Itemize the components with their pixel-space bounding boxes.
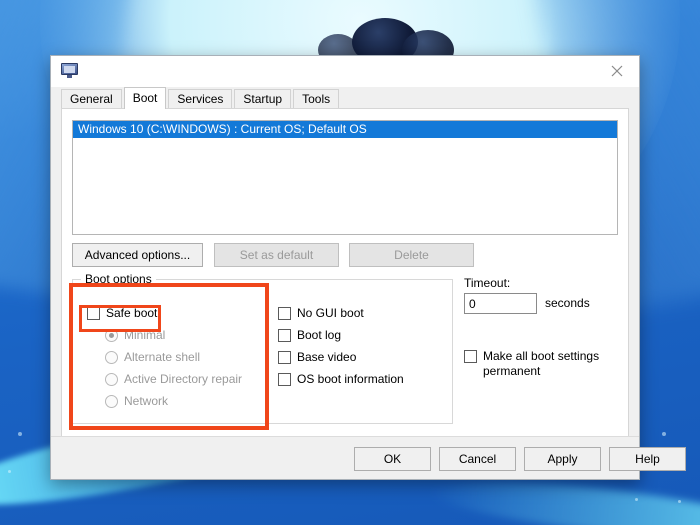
base-video-label: Base video <box>297 350 356 364</box>
wallpaper-particle <box>662 432 666 436</box>
safe-boot-mode-label: Active Directory repair <box>124 372 242 386</box>
timeout-label: Timeout: <box>464 276 510 290</box>
wallpaper-particle <box>678 500 681 503</box>
set-as-default-button[interactable]: Set as default <box>214 243 339 267</box>
close-button[interactable] <box>594 56 639 86</box>
help-button[interactable]: Help <box>609 447 686 471</box>
checkbox-box-icon <box>87 307 100 320</box>
no-gui-boot-label: No GUI boot <box>297 306 364 320</box>
checkbox-box-icon <box>278 307 291 320</box>
tab-boot[interactable]: Boot <box>124 87 167 109</box>
no-gui-boot-checkbox[interactable]: No GUI boot <box>278 306 364 320</box>
safe-boot-label: Safe boot <box>106 306 157 320</box>
checkbox-box-icon <box>278 329 291 342</box>
apply-button[interactable]: Apply <box>524 447 601 471</box>
radio-button-icon <box>105 395 118 408</box>
system-configuration-icon <box>61 63 78 78</box>
checkbox-box-icon <box>278 373 291 386</box>
wallpaper-particle <box>8 470 11 473</box>
checkbox-box-icon <box>278 351 291 364</box>
monitor-icon-stand <box>67 75 72 78</box>
advanced-options-button[interactable]: Advanced options... <box>72 243 203 267</box>
tab-services[interactable]: Services <box>168 89 232 108</box>
dialog-button-bar: OK Cancel Apply Help <box>51 436 639 479</box>
monitor-icon-body <box>61 63 78 75</box>
tab-startup[interactable]: Startup <box>234 89 291 108</box>
tab-tools[interactable]: Tools <box>293 89 339 108</box>
base-video-checkbox[interactable]: Base video <box>278 350 356 364</box>
os-boot-information-checkbox[interactable]: OS boot information <box>278 372 404 386</box>
boot-log-checkbox[interactable]: Boot log <box>278 328 341 342</box>
ok-button[interactable]: OK <box>354 447 431 471</box>
os-list[interactable]: Windows 10 (C:\WINDOWS) : Current OS; De… <box>72 120 618 235</box>
boot-options-group: Boot options Safe boot Minimal Alternate… <box>72 279 453 424</box>
system-configuration-dialog: General Boot Services Startup Tools Wind… <box>50 55 640 480</box>
cancel-button[interactable]: Cancel <box>439 447 516 471</box>
wallpaper-particle <box>635 498 638 501</box>
os-list-item[interactable]: Windows 10 (C:\WINDOWS) : Current OS; De… <box>73 121 617 138</box>
radio-button-icon <box>105 373 118 386</box>
delete-button[interactable]: Delete <box>349 243 474 267</box>
close-icon <box>611 65 623 77</box>
boot-log-label: Boot log <box>297 328 341 342</box>
make-boot-settings-permanent-label: Make all boot settings permanent <box>483 349 609 379</box>
safe-boot-mode-active-directory-repair[interactable]: Active Directory repair <box>105 372 242 386</box>
safe-boot-mode-minimal[interactable]: Minimal <box>105 328 165 342</box>
safe-boot-checkbox[interactable]: Safe boot <box>87 306 157 320</box>
title-bar <box>51 56 639 87</box>
radio-button-icon <box>105 329 118 342</box>
make-boot-settings-permanent-checkbox[interactable]: Make all boot settings permanent <box>464 349 609 379</box>
tab-general[interactable]: General <box>61 89 122 108</box>
timeout-input[interactable] <box>464 293 537 314</box>
timeout-units-label: seconds <box>545 296 590 310</box>
os-action-buttons: Advanced options... Set as default Delet… <box>72 243 618 267</box>
safe-boot-mode-label: Alternate shell <box>124 350 200 364</box>
os-boot-information-label: OS boot information <box>297 372 404 386</box>
safe-boot-mode-network[interactable]: Network <box>105 394 168 408</box>
wallpaper-particle <box>18 432 22 436</box>
radio-button-icon <box>105 351 118 364</box>
safe-boot-mode-alternate-shell[interactable]: Alternate shell <box>105 350 200 364</box>
safe-boot-mode-label: Minimal <box>124 328 165 342</box>
boot-options-legend: Boot options <box>81 272 156 286</box>
tab-strip: General Boot Services Startup Tools <box>61 87 639 108</box>
safe-boot-mode-label: Network <box>124 394 168 408</box>
monitor-icon-screen <box>64 66 75 73</box>
checkbox-box-icon <box>464 350 477 363</box>
boot-tab-page: Windows 10 (C:\WINDOWS) : Current OS; De… <box>61 108 629 438</box>
